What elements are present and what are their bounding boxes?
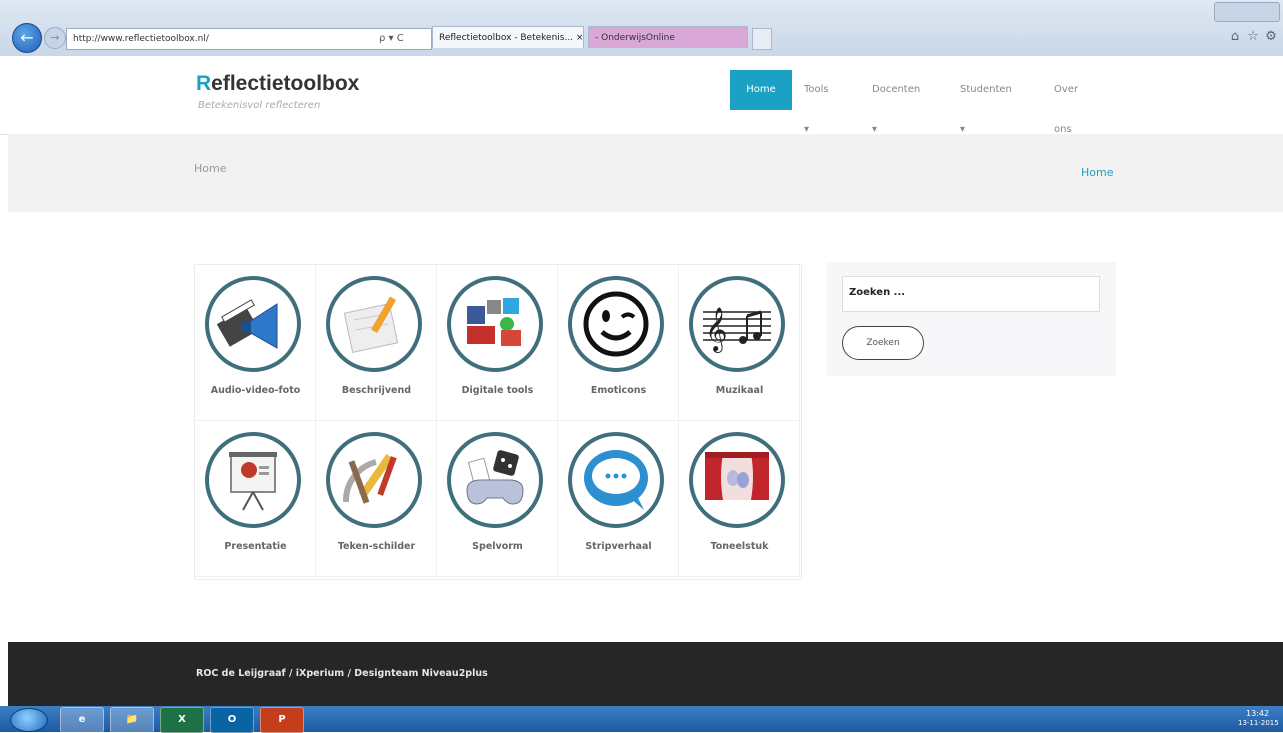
nav-docenten[interactable]: Docenten ▾ [872,70,920,135]
gear-icon[interactable]: ⚙ [1264,30,1278,44]
social-media-icon [447,276,543,372]
home-icon[interactable]: ⌂ [1228,30,1242,44]
favorites-star-icon[interactable]: ☆ [1246,30,1260,44]
breadcrumb-home[interactable]: Home [1081,166,1113,179]
window-controls[interactable] [1214,2,1280,22]
site-logo[interactable]: Reflectietoolbox [196,72,359,96]
browser-tab-reflectietoolbox[interactable]: Reflectietoolbox - Betekenis... × [432,26,584,48]
speech-bubble-icon [568,432,664,528]
address-bar[interactable]: http://www.reflectietoolbox.nl/ ρ ▾ C [66,28,432,50]
tool-label: Muzikaal [715,385,764,396]
tool-tile-emoticons[interactable]: Emoticons [558,265,679,421]
tool-tile-teken-schilder[interactable]: Teken-schilder [316,421,437,577]
logo-text: eflectietoolbox [211,72,360,95]
tool-label: Toneelstuk [710,541,769,552]
tool-tile-digitale-tools[interactable]: Digitale tools [437,265,558,421]
taskbar-explorer-icon[interactable]: 📁 [110,707,154,733]
page-title: Home [194,162,227,175]
nav-studenten[interactable]: Studenten ▾ [960,70,1012,135]
tool-label: Beschrijvend [341,385,412,396]
search-input[interactable]: Zoeken ... [842,276,1100,312]
nav-home[interactable]: Home [730,70,792,110]
tool-tile-stripverhaal[interactable]: Stripverhaal [558,421,679,577]
tool-tile-spelvorm[interactable]: Spelvorm [437,421,558,577]
tool-tile-presentatie[interactable]: Presentatie [195,421,316,577]
new-tab-button[interactable] [752,28,772,50]
music-notes-icon: 𝄞 [689,276,785,372]
megaphone-clapper-icon [205,276,301,372]
search-button[interactable]: Zoeken [842,326,924,360]
tool-tile-audio-video-foto[interactable]: Audio-video-foto [195,265,316,421]
site-tagline: Betekenisvol reflecteren [198,100,321,111]
tool-label: Presentatie [224,541,287,552]
game-controller-icon [447,432,543,528]
svg-text:𝄞: 𝄞 [705,307,727,353]
tools-grid: Audio-video-foto Beschrijvend Digitale t [194,264,802,580]
start-button[interactable] [10,708,48,732]
taskbar-powerpoint-icon[interactable]: P [260,707,304,733]
forward-button[interactable]: → [44,27,66,49]
back-button[interactable]: ← [12,23,42,53]
clock-date: 13-11-2015 [1238,719,1279,727]
notepad-pencil-icon [326,276,422,372]
drawing-tools-icon [326,432,422,528]
tool-label: Teken-schilder [337,541,416,552]
nav-over-ons[interactable]: Over ons [1054,70,1078,135]
logo-initial: R [196,72,212,95]
taskbar-excel-icon[interactable]: X [160,707,204,733]
address-url: http://www.reflectietoolbox.nl/ [73,34,209,44]
presentation-board-icon [205,432,301,528]
nav-tools[interactable]: Tools ▾ [804,70,829,135]
taskbar-ie-icon[interactable]: e [60,707,104,733]
tool-tile-beschrijvend[interactable]: Beschrijvend [316,265,437,421]
tool-label: Digitale tools [461,385,534,396]
tool-label: Stripverhaal [585,541,652,552]
tool-tile-toneelstuk[interactable]: Toneelstuk [679,421,800,577]
tool-label: Audio-video-foto [210,385,301,396]
tool-label: Spelvorm [472,541,523,552]
browser-tab-onderwijsonline[interactable]: - OnderwijsOnline [588,26,748,48]
clock-time: 13:42 [1246,709,1270,718]
tool-label: Emoticons [590,385,647,396]
footer-credits: ROC de Leijgraaf / iXperium / Designteam… [196,668,488,679]
taskbar-outlook-icon[interactable]: O [210,707,254,733]
winking-smiley-icon [568,276,664,372]
theater-stage-icon [689,432,785,528]
address-bar-tools[interactable]: ρ ▾ C [379,29,404,49]
site-header [0,56,1283,135]
tool-tile-muzikaal[interactable]: 𝄞 Muzikaal [679,265,800,421]
